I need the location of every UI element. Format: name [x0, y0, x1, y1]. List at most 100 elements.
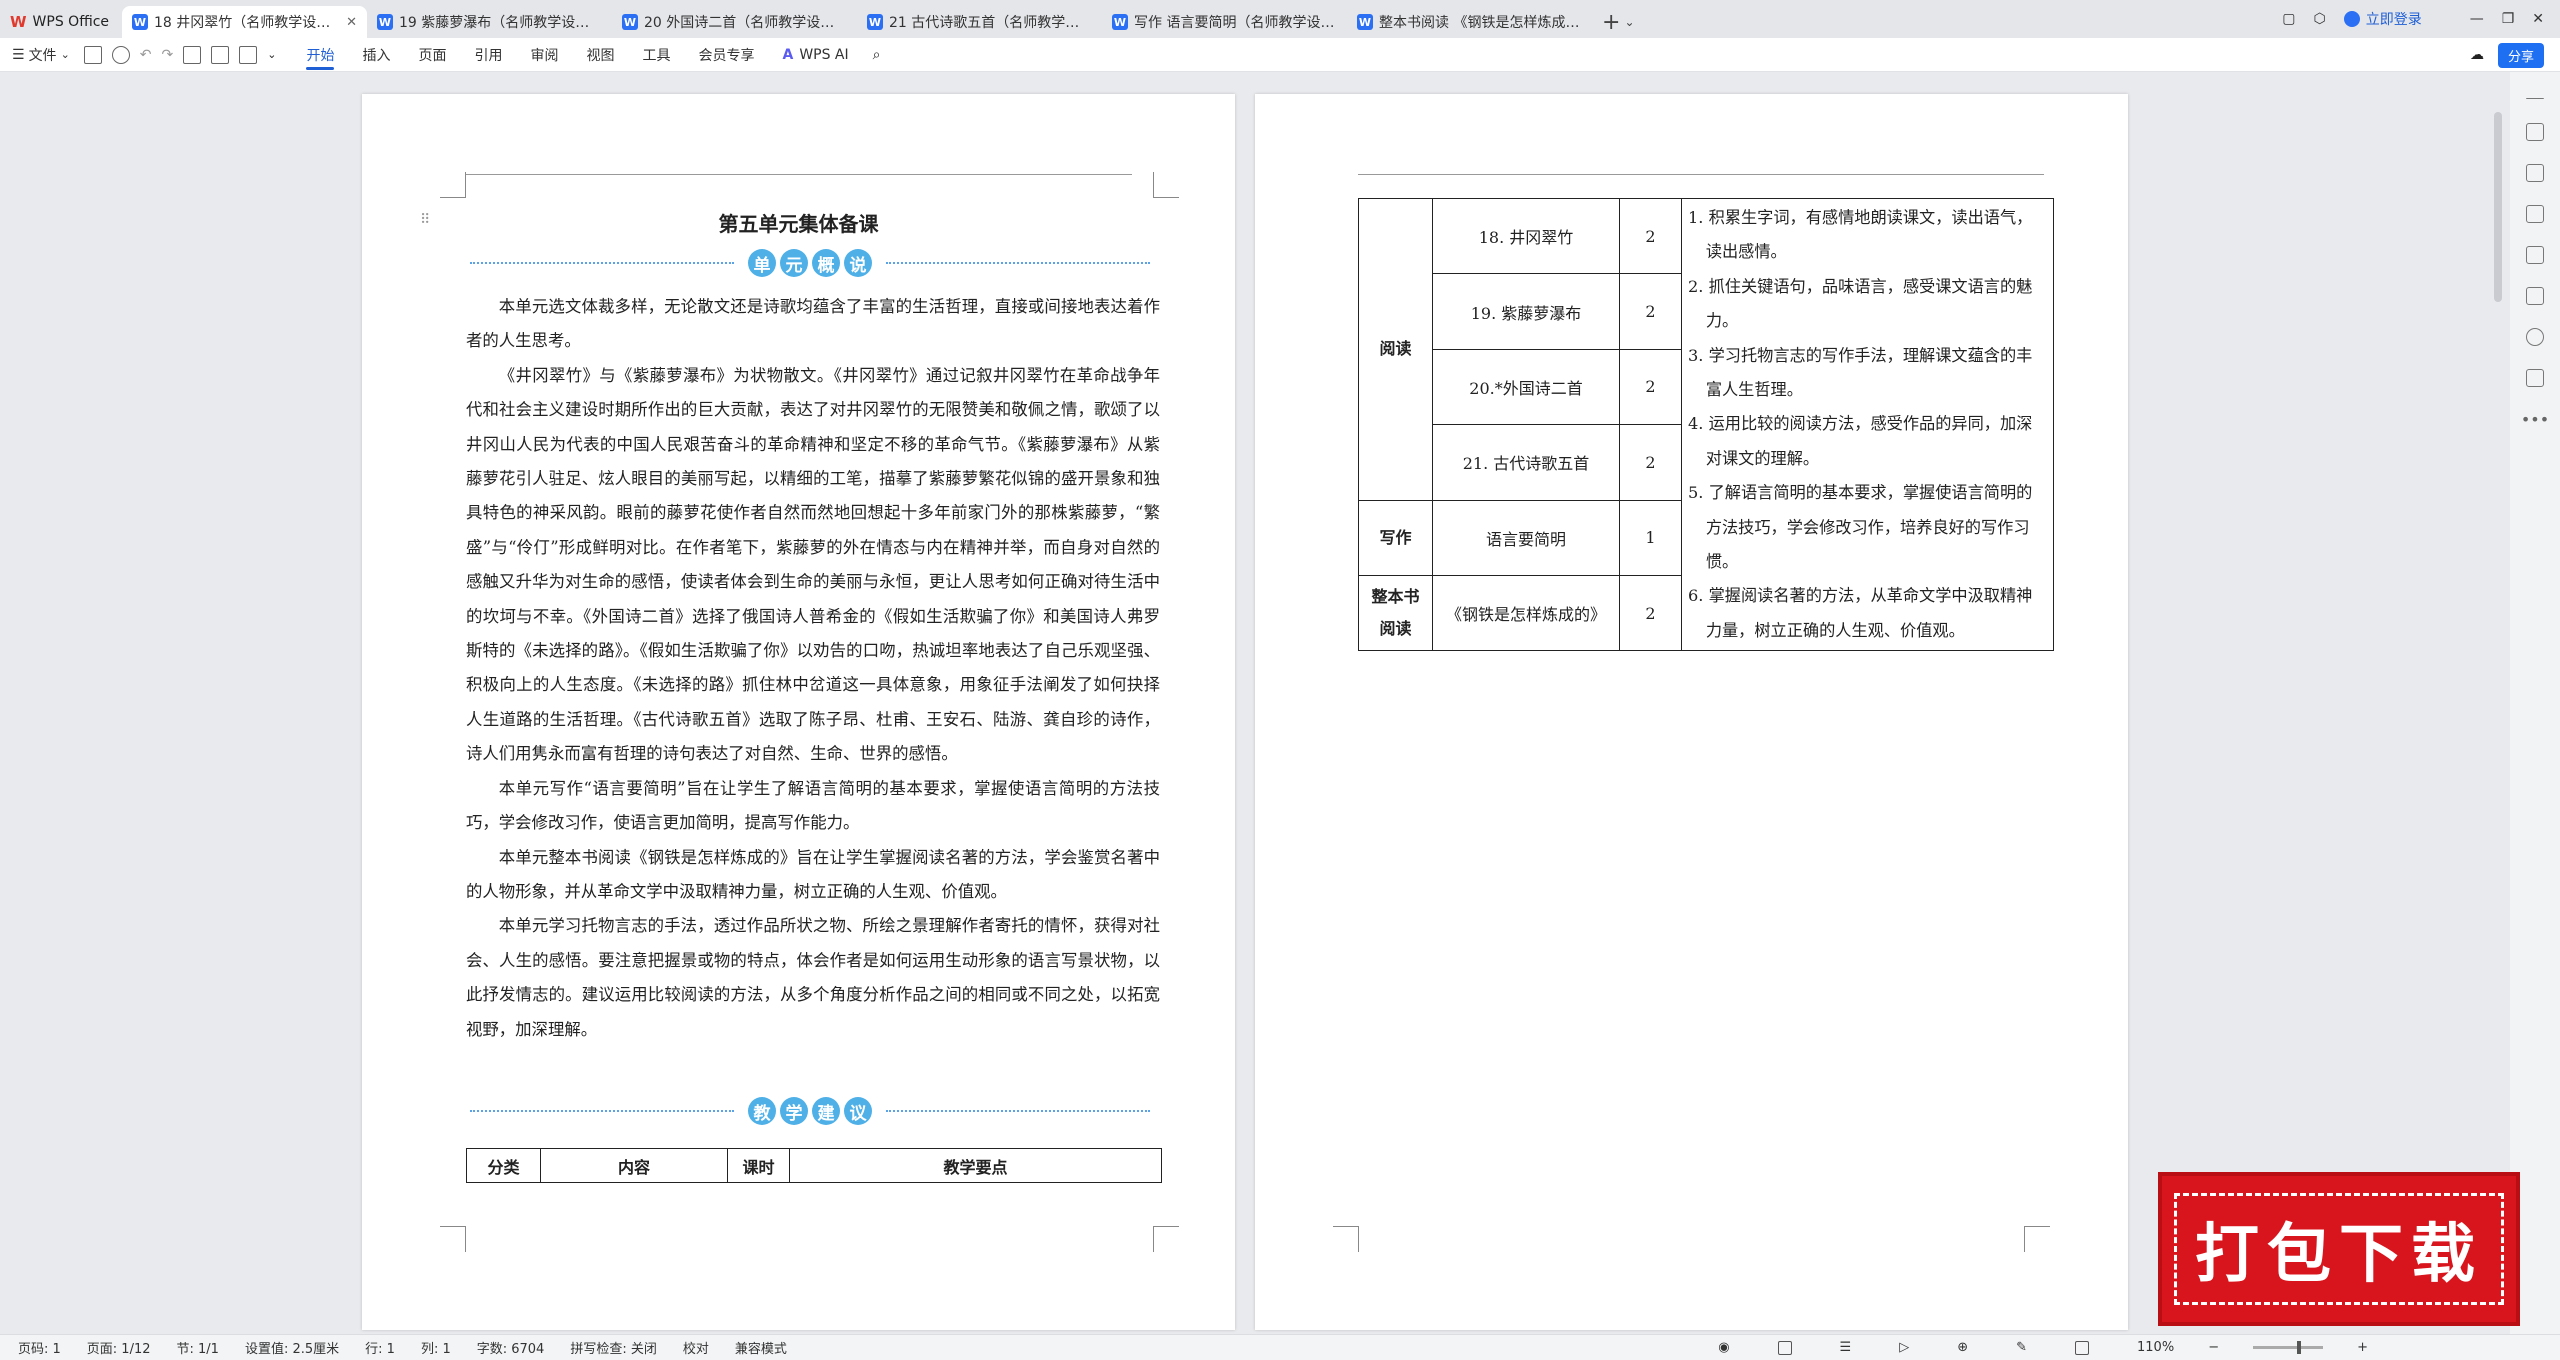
cloud-icon[interactable]: ☁ [2470, 47, 2484, 63]
status-proof[interactable]: 校对 [683, 1338, 709, 1357]
web-view-icon[interactable]: ⊕ [1957, 1340, 1968, 1355]
redo-icon[interactable]: ↷ [162, 47, 174, 63]
content-cell: 《钢铁是怎样炼成的》 [1432, 574, 1620, 652]
status-right: ◉ ☰ ▷ ⊕ ✎ 110% − + [1718, 1340, 2420, 1355]
eye-icon[interactable]: ◉ [1718, 1340, 1729, 1355]
more-icon[interactable]: ••• [2521, 410, 2549, 429]
zoom-in-icon[interactable]: + [2357, 1340, 2368, 1355]
paragraph: 本单元选文体裁多样，无论散文还是诗歌均蕴含了丰富的生活哲理，直接或间接地表达着作… [466, 297, 1160, 351]
print-icon[interactable] [183, 45, 202, 64]
tools-icon[interactable] [2526, 287, 2544, 305]
tab-review[interactable]: 审阅 [530, 38, 558, 72]
zoom-slider[interactable] [2253, 1341, 2324, 1354]
hours-cell: 2 [1619, 348, 1682, 426]
paragraph: 《井冈翠竹》与《紫藤萝瀑布》为状物散文。《井冈翠竹》通过记叙井冈翠竹在革命战争年… [466, 365, 1160, 764]
hours-cell: 2 [1619, 424, 1682, 501]
cursor-icon[interactable] [2526, 164, 2544, 182]
status-col[interactable]: 列: 1 [421, 1338, 451, 1357]
tab-insert[interactable]: 插入 [362, 38, 390, 72]
tab-doc-book[interactable]: W整本书阅读 《钢铁是怎样炼成的》（名 [1347, 6, 1592, 38]
search-doc-icon[interactable] [111, 45, 130, 64]
zoom-out-icon[interactable]: − [2208, 1340, 2219, 1355]
status-setting[interactable]: 设置值: 2.5厘米 [245, 1338, 339, 1357]
hours-cell: 1 [1619, 499, 1682, 576]
tab-view[interactable]: 视图 [586, 38, 614, 72]
overview-text[interactable]: 本单元选文体裁多样，无论散文还是诗歌均蕴含了丰富的生活哲理，直接或间接地表达着作… [466, 290, 1160, 1047]
file-menu[interactable]: ☰ 文件 ⌄ [12, 45, 70, 65]
tab-reference[interactable]: 引用 [474, 38, 502, 72]
word-doc-icon: W [867, 14, 883, 30]
word-doc-icon: W [132, 14, 148, 30]
vertical-scrollbar[interactable] [2494, 112, 2502, 302]
tab-home[interactable]: 开始 [306, 38, 335, 72]
pen-icon[interactable] [2526, 123, 2544, 141]
status-page-number[interactable]: 页码: 1 [18, 1338, 61, 1357]
ai-icon: A [782, 46, 794, 63]
right-sidebar: ••• [2510, 72, 2560, 1334]
status-pages[interactable]: 页面: 1/12 [87, 1338, 151, 1357]
image-icon[interactable] [239, 45, 258, 64]
zoom-level: 110% [2137, 1340, 2175, 1355]
layers-icon[interactable] [2526, 246, 2544, 264]
section-header-overview: 单 元 概 说 [470, 248, 1150, 278]
content-cell: 18. 井冈翠竹 [1432, 197, 1620, 275]
layout-icon[interactable]: ▢ [2282, 11, 2295, 27]
close-tab-icon[interactable]: ✕ [340, 15, 357, 30]
status-section[interactable]: 节: 1/1 [177, 1338, 219, 1357]
save-icon[interactable] [83, 45, 102, 64]
table-row: 分类 内容 课时 教学要点 [466, 1148, 1162, 1183]
outline-view-icon[interactable]: ☰ [1840, 1340, 1852, 1355]
export-pdf-icon[interactable] [211, 45, 230, 64]
tab-doc-18[interactable]: W18 井冈翠竹（名师教学设计-详案）✕ [122, 6, 367, 38]
new-tab-button[interactable]: + ⌄ [1592, 6, 1645, 38]
tab-member[interactable]: 会员专享 [698, 38, 754, 72]
hours-cell: 2 [1619, 574, 1682, 652]
download-banner[interactable]: 打包下载 [2158, 1172, 2520, 1326]
window-controls: ▢ ⬡ 立即登录 — ❐ ✕ [2282, 0, 2560, 38]
status-word-count[interactable]: 字数: 6704 [477, 1338, 545, 1357]
toolbar-right: ☁ 分享 [2470, 38, 2544, 72]
edit-icon[interactable]: ✎ [2016, 1340, 2027, 1355]
collapse-icon[interactable] [2526, 98, 2544, 100]
teaching-table-header: 分类 内容 课时 教学要点 [466, 1148, 1162, 1183]
undo-icon[interactable]: ↶ [140, 47, 152, 63]
status-row[interactable]: 行: 1 [365, 1338, 395, 1357]
play-icon[interactable]: ▷ [1899, 1340, 1909, 1355]
search-icon[interactable]: ⌕ [873, 47, 881, 63]
zoom-control[interactable]: 110% − + [2137, 1340, 2394, 1355]
table-row: 阅读 18. 井冈翠竹 2 1. 积累生字词，有感情地朗读课文，读出语气，读出感… [1358, 197, 2054, 652]
tab-doc-writing[interactable]: W写作 语言要简明（名师教学设计-详案） [1102, 6, 1347, 38]
tab-page[interactable]: 页面 [418, 38, 446, 72]
close-window-icon[interactable]: ✕ [2532, 11, 2544, 27]
chevron-down-icon: ⌄ [60, 48, 70, 61]
section-header-suggestions: 教 学 建 议 [470, 1096, 1150, 1126]
adjust-icon[interactable] [2526, 205, 2544, 223]
share-icon[interactable] [2526, 369, 2544, 387]
tab-wps-office[interactable]: W WPS Office [0, 6, 122, 38]
category-cell: 整本书阅读 [1358, 574, 1433, 652]
dotted-divider [470, 262, 734, 264]
tab-doc-21[interactable]: W21 古代诗歌五首（名师教学设计-详案） [857, 6, 1102, 38]
category-cell: 阅读 [1358, 198, 1433, 501]
header-line [1358, 174, 2044, 175]
tab-doc-19[interactable]: W19 紫藤萝瀑布（名师教学设计-详案） [367, 6, 612, 38]
cube-icon[interactable]: ⬡ [2313, 11, 2325, 27]
restore-icon[interactable]: ❐ [2502, 11, 2515, 27]
tab-tools[interactable]: 工具 [642, 38, 670, 72]
section-char: 元 [780, 249, 808, 277]
fit-icon[interactable] [2075, 1340, 2090, 1355]
status-spell-check[interactable]: 拼写检查: 关闭 [570, 1338, 657, 1357]
minimize-icon[interactable]: — [2470, 11, 2484, 27]
chevron-down-icon[interactable]: ⌄ [267, 48, 276, 61]
help-icon[interactable] [2526, 328, 2544, 346]
crop-mark [440, 172, 466, 198]
ribbon-toolbar: ☰ 文件 ⌄ ↶ ↷ ⌄ 开始 插入 页面 引用 审阅 视图 工具 会员专享 A WP… [0, 38, 2560, 72]
avatar [2343, 11, 2360, 27]
login-button[interactable]: 立即登录 [2343, 9, 2422, 29]
teaching-point: 5. 了解语言简明的基本要求，掌握使语言简明的方法技巧，学会修改习作，培养良好的… [1688, 483, 2033, 572]
page-view-icon[interactable] [1777, 1340, 1792, 1355]
share-button[interactable]: 分享 [2497, 42, 2544, 68]
tab-doc-20[interactable]: W20 外国诗二首（名师教学设计-详案） [612, 6, 857, 38]
status-compat[interactable]: 兼容模式 [735, 1338, 787, 1357]
wps-ai-button[interactable]: A WPS AI [782, 38, 848, 72]
